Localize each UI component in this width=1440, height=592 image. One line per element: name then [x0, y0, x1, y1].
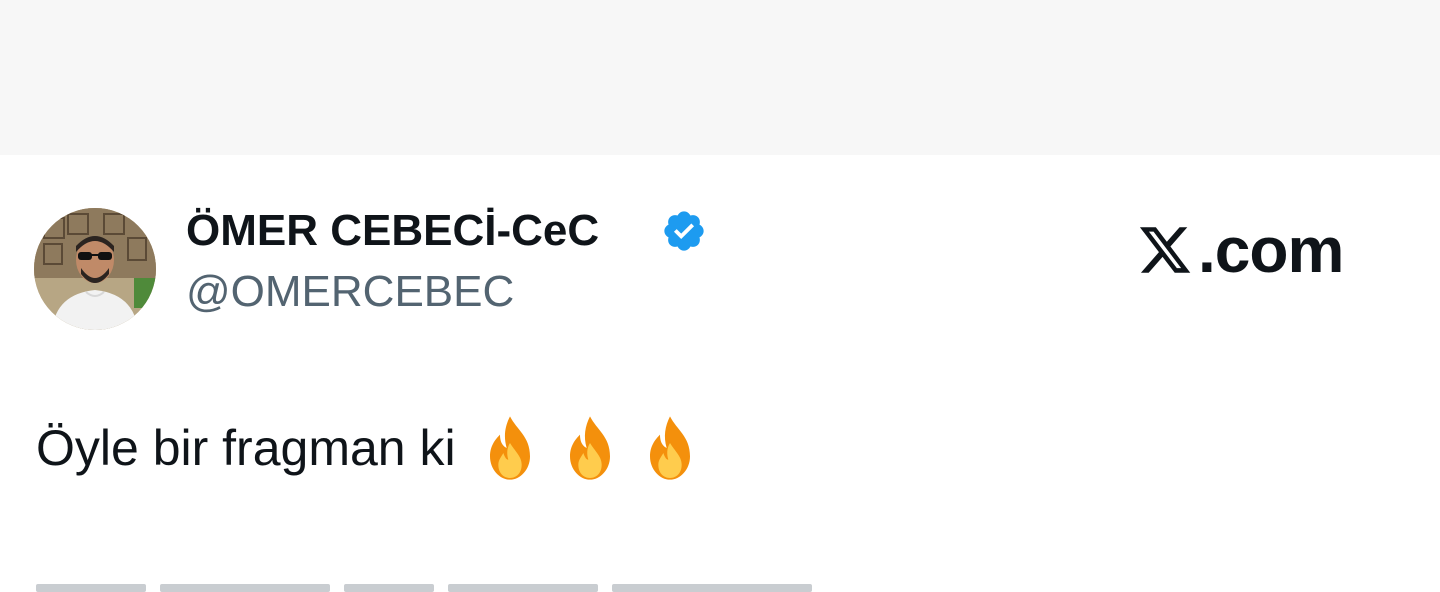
- fire-emoji-icon: [489, 416, 530, 480]
- author-display-name[interactable]: ÖMER CEBECİ-CeC: [186, 205, 599, 257]
- avatar[interactable]: [34, 208, 156, 330]
- cropped-text-line: [36, 584, 812, 592]
- x-com-brand: .com: [1136, 214, 1344, 286]
- fire-emoji-icon: [649, 416, 690, 480]
- x-logo-icon: [1139, 227, 1191, 273]
- tweet-body: Öyle bir fragman ki: [36, 420, 456, 476]
- fire-emoji-icon: [569, 416, 610, 480]
- verified-badge-icon: [661, 208, 707, 254]
- top-band: [0, 0, 1440, 155]
- brand-text: .com: [1198, 214, 1344, 286]
- tweet-text: Öyle bir fragman ki: [36, 416, 700, 480]
- author-handle[interactable]: @OMERCEBEC: [186, 266, 514, 318]
